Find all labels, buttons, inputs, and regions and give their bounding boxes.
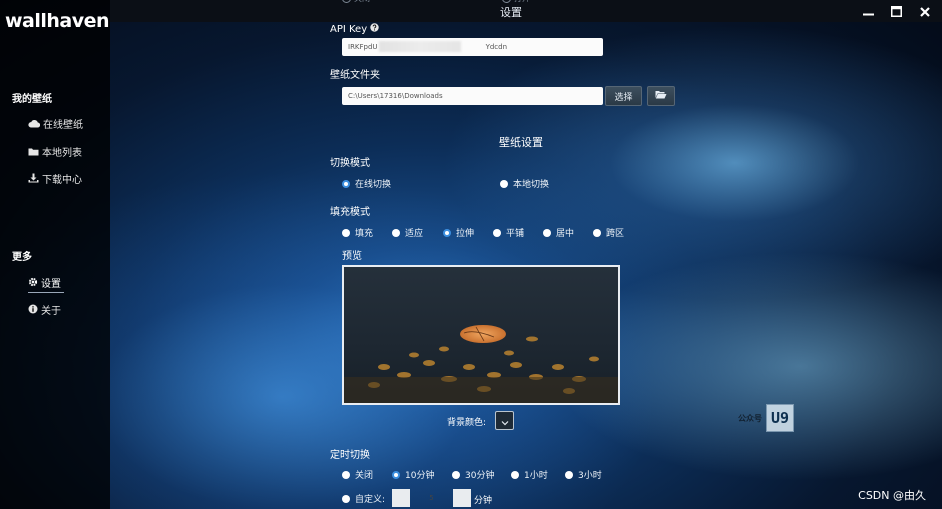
preview-label: 预览: [342, 251, 362, 262]
fill-mode-label: 填充模式: [330, 207, 370, 218]
info-icon: [28, 304, 38, 314]
custom-minutes-stepper[interactable]: [392, 489, 471, 507]
wallpaper-preview-image: [342, 265, 620, 405]
radio-circle: [511, 470, 519, 479]
minimize-icon: [862, 2, 874, 21]
sidebar-item-online-wallpapers[interactable]: 在线壁纸: [28, 115, 83, 131]
chevron-down-icon: [501, 411, 509, 430]
sidebar-item-about[interactable]: 关于: [28, 301, 61, 317]
author-credit: CSDN @由久: [858, 489, 926, 502]
minimize-button[interactable]: [861, 4, 875, 18]
wallpaper-folder-input[interactable]: C:\Users\17316\Downloads: [342, 87, 603, 105]
fill-mode-center-radio[interactable]: 居中: [543, 226, 574, 239]
sidebar-item-label: 关于: [41, 305, 61, 317]
sidebar-section-more: 更多: [12, 252, 32, 263]
timer-off-radio[interactable]: 关闭: [342, 468, 373, 481]
radio-circle: [500, 179, 508, 188]
folder-icon: [28, 147, 39, 156]
choose-folder-button[interactable]: 选择: [605, 86, 642, 106]
api-key-input[interactable]: IRKFpdU Ydcdn: [342, 38, 603, 56]
sidebar-item-label: 本地列表: [42, 147, 82, 159]
sidebar-item-label: 在线壁纸: [43, 119, 83, 131]
sidebar-item-download-center[interactable]: 下载中心: [28, 170, 82, 186]
gear-icon: [28, 277, 38, 287]
ghost-radio-close: 关闭: [342, 0, 370, 4]
timer-3hour-radio[interactable]: 3小时: [565, 468, 602, 481]
wallpaper-folder-label: 壁纸文件夹: [330, 70, 380, 81]
fill-mode-span-radio[interactable]: 跨区: [593, 226, 624, 239]
help-icon: [370, 23, 379, 35]
radio-circle: [392, 470, 400, 479]
radio-circle: [342, 0, 351, 3]
radio-circle: [565, 470, 573, 479]
background-color-label: 背景颜色:: [447, 418, 487, 428]
increment-button[interactable]: [453, 489, 471, 507]
sidebar-item-label: 设置: [41, 278, 61, 290]
sidebar-item-label: 下载中心: [42, 174, 82, 186]
wallpaper-settings-heading: 壁纸设置: [499, 136, 543, 149]
maximize-icon: [890, 2, 902, 21]
folder-open-icon: [655, 90, 667, 102]
radio-circle: [342, 470, 350, 479]
close-button[interactable]: [918, 4, 932, 18]
timer-switch-label: 定时切换: [330, 450, 370, 461]
radio-circle: [342, 179, 350, 188]
switch-mode-local-radio[interactable]: 本地切换: [500, 177, 549, 190]
sidebar: wallhaven 我的壁纸 在线壁纸 本地列表 下载中心 更多 设置 关于: [0, 0, 110, 509]
watermark-logo: 公众号 U9: [738, 404, 794, 432]
fill-mode-fill-radio[interactable]: 填充: [342, 226, 373, 239]
sidebar-section-my-wallpapers: 我的壁纸: [12, 94, 52, 105]
cloud-icon: [28, 119, 40, 128]
window-title: 设置: [500, 6, 522, 19]
fill-mode-tile-radio[interactable]: 平铺: [493, 226, 524, 239]
radio-circle: [342, 494, 350, 503]
radio-circle: [593, 228, 601, 237]
fill-mode-fit-radio[interactable]: 适应: [392, 226, 423, 239]
maximize-button[interactable]: [889, 4, 903, 18]
radio-circle: [342, 228, 350, 237]
open-folder-button[interactable]: [647, 86, 675, 106]
download-icon: [28, 173, 39, 183]
sidebar-item-local-list[interactable]: 本地列表: [28, 143, 82, 159]
switch-mode-label: 切换模式: [330, 158, 370, 169]
radio-circle: [502, 0, 511, 3]
timer-30min-radio[interactable]: 30分钟: [452, 468, 494, 481]
app-logo: wallhaven: [5, 10, 110, 32]
radio-circle: [493, 228, 501, 237]
background-color-picker[interactable]: [495, 411, 514, 430]
close-icon: [920, 2, 930, 21]
fill-mode-stretch-radio[interactable]: 拉伸: [443, 226, 474, 239]
settings-panel: API Key IRKFpdU Ydcdn 壁纸文件夹 C:\Users\173…: [0, 0, 942, 509]
sidebar-item-settings[interactable]: 设置: [28, 274, 64, 293]
custom-minutes-unit: 分钟: [474, 496, 493, 506]
title-bar: 关闭 打开 设置: [110, 0, 942, 22]
radio-circle: [392, 228, 400, 237]
switch-mode-online-radio[interactable]: 在线切换: [342, 177, 391, 190]
radio-circle: [543, 228, 551, 237]
timer-1hour-radio[interactable]: 1小时: [511, 468, 548, 481]
radio-circle: [443, 228, 451, 237]
timer-10min-radio[interactable]: 10分钟: [392, 468, 434, 481]
timer-custom-radio[interactable]: 自定义:: [342, 492, 385, 505]
api-key-label: API Key: [330, 23, 379, 35]
radio-circle: [452, 470, 460, 479]
